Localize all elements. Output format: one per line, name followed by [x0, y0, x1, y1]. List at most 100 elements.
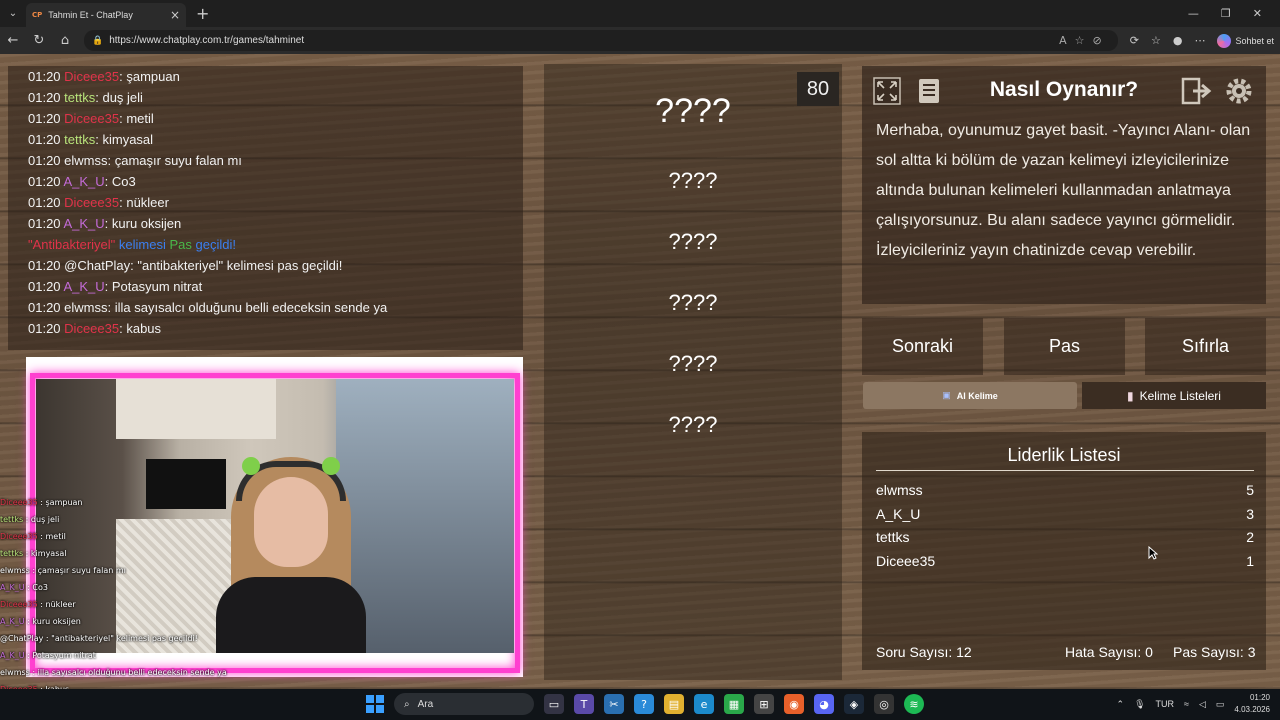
- back-icon[interactable]: ←: [6, 33, 20, 48]
- copilot-chat-label: Sohbet et: [1235, 35, 1274, 46]
- next-button[interactable]: Sonraki: [862, 318, 983, 375]
- steam-icon[interactable]: ◈: [844, 694, 864, 714]
- chat-username[interactable]: A_K_U: [63, 279, 104, 294]
- overlay-chat-user: elwmss: [0, 668, 30, 677]
- clock-date: 4.03.2026: [1234, 705, 1270, 714]
- search-icon: ⌕: [404, 698, 410, 710]
- home-icon[interactable]: ⌂: [58, 33, 72, 48]
- overlay-chat-line: elwmss : çamaşır suyu falan mı: [0, 562, 300, 579]
- url-field[interactable]: 🔒 https://www.chatplay.com.tr/games/tahm…: [84, 30, 1118, 51]
- pass-button[interactable]: Pas: [1004, 318, 1125, 375]
- overlay-chat-user: elwmss: [0, 566, 30, 575]
- extensions-icon[interactable]: ⟳: [1130, 34, 1139, 47]
- system-end: geçildi!: [191, 237, 236, 252]
- overlay-chat-message: : çamaşır suyu falan mı: [29, 566, 126, 575]
- windows-start-icon[interactable]: [366, 695, 384, 713]
- chat-username[interactable]: Diceee35: [64, 111, 119, 126]
- chat-username[interactable]: tettks: [64, 132, 95, 147]
- wifi-icon[interactable]: ≈: [1184, 699, 1189, 709]
- minimize-icon[interactable]: —: [1188, 7, 1199, 20]
- window-controls: — ❐ ✕: [1188, 7, 1280, 20]
- language-indicator[interactable]: TUR: [1156, 699, 1175, 709]
- battery-icon[interactable]: ▭: [1216, 699, 1225, 710]
- score-counter: 80: [797, 72, 839, 106]
- overlay-chat-user: Diceee35: [0, 600, 38, 609]
- chat-username[interactable]: Diceee35: [64, 195, 119, 210]
- url-action-icons[interactable]: A☆⊘: [1059, 34, 1110, 47]
- chat-username[interactable]: tettks: [64, 90, 95, 105]
- word-slot-5: ????: [668, 351, 718, 376]
- help-icon[interactable]: ?: [634, 694, 654, 714]
- get-word-tab[interactable]: ▣ Al Kelime: [863, 382, 1077, 409]
- chat-username[interactable]: Diceee35: [64, 321, 119, 336]
- teams-icon[interactable]: T: [574, 694, 594, 714]
- leader-name: tettks: [876, 529, 910, 545]
- leader-name: Diceee35: [876, 553, 936, 569]
- chat-message: : "antibakteriyel" kelimesi pas geçildi!: [130, 258, 343, 273]
- chat-log: 01:20 Diceee35: şampuan 01:20 tettks: duş…: [8, 66, 523, 350]
- exit-icon[interactable]: [1180, 74, 1214, 108]
- copilot-chat-button[interactable]: Sohbet et: [1217, 33, 1274, 48]
- overlay-chat-line: Diceee35 : nükleer: [0, 596, 300, 613]
- volume-icon[interactable]: ◁: [1199, 699, 1206, 710]
- firefox-icon[interactable]: ◉: [784, 694, 804, 714]
- refresh-icon[interactable]: ↻: [32, 33, 46, 48]
- chat-line: 01:20 elwmss: illa sayısalcı olduğunu be…: [28, 297, 523, 318]
- tray-chevron-icon[interactable]: ⌃: [1117, 699, 1125, 710]
- word-icon: ▣: [942, 390, 951, 400]
- spotify-icon[interactable]: ≋: [904, 694, 924, 714]
- mic-icon[interactable]: 🎙: [1134, 699, 1145, 710]
- chat-time: 01:20: [28, 132, 61, 147]
- chat-username[interactable]: A_K_U: [63, 174, 104, 189]
- tab-title: Tahmin Et - ChatPlay: [48, 10, 133, 20]
- favorites-icon[interactable]: ☆: [1151, 34, 1161, 47]
- snip-icon[interactable]: ✂: [604, 694, 624, 714]
- leader-score: 3: [1246, 506, 1254, 522]
- chat-username[interactable]: @ChatPlay: [64, 258, 130, 273]
- chat-username[interactable]: A_K_U: [63, 216, 104, 231]
- chat-time: 01:20: [28, 300, 61, 315]
- taskbar: ⌕ Ara ▭ T ✂ ? ▤ e ▦ ⊞ ◉ ◕ ◈ ◎ ≋ ⌃ 🎙 TUR …: [0, 689, 1280, 720]
- chat-time: 01:20: [28, 321, 61, 336]
- overlay-chat-user: A_K_U: [0, 651, 25, 660]
- chat-line: 01:20 Diceee35: kabus: [28, 318, 523, 339]
- close-tab-icon[interactable]: ×: [170, 8, 180, 22]
- browser-tab[interactable]: CP Tahmin Et - ChatPlay ×: [26, 3, 186, 27]
- clock[interactable]: 01:20 4.03.2026: [1234, 692, 1270, 716]
- word-slot-6: ????: [668, 412, 718, 437]
- discord-icon[interactable]: ◕: [814, 694, 834, 714]
- word-slot-2: ????: [668, 168, 718, 193]
- restore-icon[interactable]: ❐: [1221, 7, 1231, 20]
- obs-icon[interactable]: ◎: [874, 694, 894, 714]
- chat-username[interactable]: elwmss: [64, 153, 107, 168]
- store-icon[interactable]: ⊞: [754, 694, 774, 714]
- word-slot-4: ????: [668, 290, 718, 315]
- task-view-icon[interactable]: ▭: [544, 694, 564, 714]
- profile-icon[interactable]: ●: [1173, 34, 1183, 47]
- leaderboard-row: A_K_U 3: [876, 506, 1254, 522]
- settings-gear-icon[interactable]: [1222, 74, 1256, 108]
- taskbar-search[interactable]: ⌕ Ara: [394, 693, 534, 715]
- word-lists-tab[interactable]: ▮ Kelime Listeleri: [1082, 382, 1266, 409]
- overlay-chat-line: A_K_U : Co3: [0, 579, 300, 596]
- chat-line: 01:20 Diceee35: şampuan: [28, 66, 523, 87]
- more-icon[interactable]: ⋯: [1194, 34, 1205, 47]
- xbox-icon[interactable]: ▦: [724, 694, 744, 714]
- close-window-icon[interactable]: ✕: [1253, 7, 1262, 20]
- overlay-chat-message: : metil: [37, 532, 66, 541]
- new-tab-icon[interactable]: +: [196, 4, 209, 23]
- overlay-chat-user: A_K_U: [0, 583, 25, 592]
- leaderboard-row: elwmss 5: [876, 482, 1254, 498]
- chat-message: : kuru oksijen: [104, 216, 182, 231]
- chat-time: 01:20: [28, 69, 61, 84]
- reset-button[interactable]: Sıfırla: [1145, 318, 1266, 375]
- overlay-chat-user: Diceee35: [0, 498, 38, 507]
- word-column: ???? ???? ???? ???? ???? ????: [544, 64, 842, 680]
- tab-menu-icon[interactable]: ⌄: [0, 0, 26, 27]
- file-explorer-icon[interactable]: ▤: [664, 694, 684, 714]
- leader-score: 1: [1246, 553, 1254, 569]
- chat-username[interactable]: Diceee35: [64, 69, 119, 84]
- frog-ear-left: [242, 457, 260, 475]
- chat-username[interactable]: elwmss: [64, 300, 107, 315]
- edge-icon[interactable]: e: [694, 694, 714, 714]
